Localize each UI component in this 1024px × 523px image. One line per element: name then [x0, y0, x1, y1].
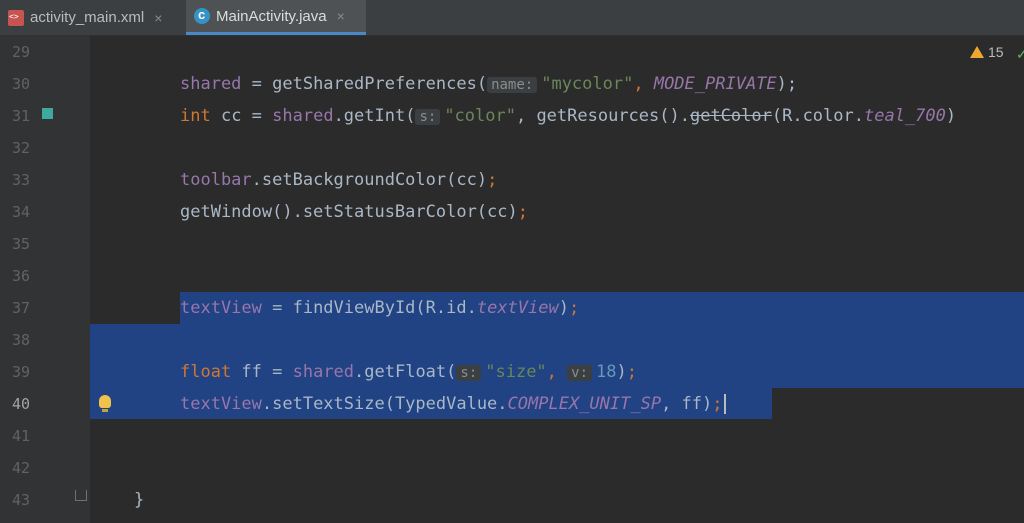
- code-line-30[interactable]: shared = getSharedPreferences(name: "myco…: [180, 68, 797, 101]
- editor-tab-bar: activity_main.xml × MainActivity.java ×: [0, 0, 1024, 36]
- line-number: 36: [11, 267, 30, 285]
- line-number: 39: [11, 363, 30, 381]
- line-number: 40: [11, 395, 30, 413]
- line-number: 34: [11, 203, 30, 221]
- close-icon[interactable]: ×: [337, 8, 345, 24]
- parameter-hint: v:: [567, 365, 593, 381]
- line-number: 33: [11, 171, 30, 189]
- tab-activity-main-xml[interactable]: activity_main.xml ×: [0, 0, 185, 35]
- tab-mainactivity-java[interactable]: MainActivity.java ×: [186, 0, 366, 35]
- line-number: 43: [11, 491, 30, 509]
- line-number: 38: [11, 331, 30, 349]
- text-caret: [723, 394, 726, 414]
- code-line-31[interactable]: int cc = shared.getInt(s: "color", getRes…: [180, 100, 956, 133]
- parameter-hint: s:: [415, 109, 441, 125]
- line-number: 31: [11, 107, 30, 125]
- code-line-43[interactable]: }: [134, 484, 144, 516]
- line-number: 42: [11, 459, 30, 477]
- code-line-39[interactable]: float ff = shared.getFloat(s: "size", v: 1…: [180, 356, 637, 389]
- line-number: 41: [11, 427, 30, 445]
- tab-label: MainActivity.java: [216, 7, 327, 25]
- parameter-hint: name:: [487, 77, 538, 93]
- code-line-33[interactable]: toolbar.setBackgroundColor(cc);: [180, 164, 497, 196]
- close-icon[interactable]: ×: [154, 10, 162, 26]
- line-number: 35: [11, 235, 30, 253]
- parameter-hint: s:: [456, 365, 482, 381]
- line-number: 32: [11, 139, 30, 157]
- line-number: 30: [11, 75, 30, 93]
- code-line-34[interactable]: getWindow().setStatusBarColor(cc);: [180, 196, 528, 228]
- line-number: 37: [11, 299, 30, 317]
- code-line-37[interactable]: textView = findViewById(R.id.textView);: [180, 292, 579, 324]
- java-class-icon: [194, 7, 210, 24]
- xml-file-icon: [8, 9, 24, 26]
- line-number: 29: [11, 43, 30, 61]
- tab-label: activity_main.xml: [30, 9, 145, 26]
- code-line-40[interactable]: textView.setTextSize(TypedValue.COMPLEX_…: [180, 388, 726, 420]
